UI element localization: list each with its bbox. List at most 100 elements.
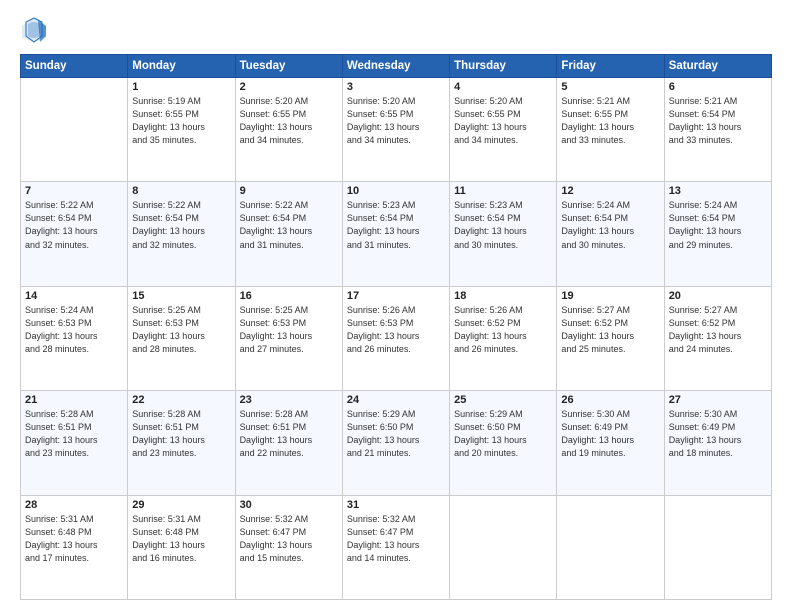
cell-info: Sunrise: 5:29 AM Sunset: 6:50 PM Dayligh… [454, 408, 552, 460]
calendar-header-thursday: Thursday [450, 55, 557, 78]
cell-info: Sunrise: 5:22 AM Sunset: 6:54 PM Dayligh… [132, 199, 230, 251]
cell-day-number: 26 [561, 394, 659, 406]
cell-day-number: 28 [25, 499, 123, 511]
calendar-cell: 6 Sunrise: 5:21 AM Sunset: 6:54 PM Daylig… [664, 78, 771, 182]
cell-day-number: 1 [132, 81, 230, 93]
calendar-header-row: SundayMondayTuesdayWednesdayThursdayFrid… [21, 55, 772, 78]
cell-info: Sunrise: 5:22 AM Sunset: 6:54 PM Dayligh… [25, 199, 123, 251]
cell-info: Sunrise: 5:19 AM Sunset: 6:55 PM Dayligh… [132, 95, 230, 147]
calendar-cell: 20Sunrise: 5:27 AM Sunset: 6:52 PM Dayli… [664, 286, 771, 390]
calendar-cell: 16 Sunrise: 5:25 AM Sunset: 6:53 PM Dayli… [235, 286, 342, 390]
calendar-header-saturday: Saturday [664, 55, 771, 78]
cell-day-number: 15 [132, 290, 230, 302]
calendar-cell [450, 495, 557, 599]
cell-info: Sunrise: 5:30 AM Sunset: 6:49 PM Dayligh… [561, 408, 659, 460]
calendar-table: SundayMondayTuesdayWednesdayThursdayFrid… [20, 54, 772, 600]
calendar-cell: 22 Sunrise: 5:28 AM Sunset: 6:51 PM Dayli… [128, 391, 235, 495]
cell-info: Sunrise: 5:20 AM Sunset: 6:55 PM Dayligh… [347, 95, 445, 147]
calendar-cell: 9Sunrise: 5:22 AM Sunset: 6:54 PM Daylig… [235, 182, 342, 286]
calendar-cell: 15Sunrise: 5:25 AM Sunset: 6:53 PM Dayli… [128, 286, 235, 390]
cell-info: Sunrise: 5:28 AM Sunset: 6:51 PM Dayligh… [240, 408, 338, 460]
calendar-cell [21, 78, 128, 182]
cell-day-number: 7 [25, 185, 123, 197]
calendar-cell: 31Sunrise: 5:32 AM Sunset: 6:47 PM Dayli… [342, 495, 449, 599]
cell-info: Sunrise: 5:23 AM Sunset: 6:54 PM Dayligh… [454, 199, 552, 251]
calendar-cell: 3 Sunrise: 5:20 AM Sunset: 6:55 PM Daylig… [342, 78, 449, 182]
calendar-week-4: 21 Sunrise: 5:28 AM Sunset: 6:51 PM Dayli… [21, 391, 772, 495]
calendar-header-tuesday: Tuesday [235, 55, 342, 78]
cell-info: Sunrise: 5:27 AM Sunset: 6:52 PM Dayligh… [561, 304, 659, 356]
cell-day-number: 23 [240, 394, 338, 406]
cell-day-number: 27 [669, 394, 767, 406]
cell-info: Sunrise: 5:32 AM Sunset: 6:47 PM Dayligh… [240, 513, 338, 565]
cell-day-number: 22 [132, 394, 230, 406]
calendar-cell: 21 Sunrise: 5:28 AM Sunset: 6:51 PM Dayli… [21, 391, 128, 495]
cell-info: Sunrise: 5:20 AM Sunset: 6:55 PM Dayligh… [454, 95, 552, 147]
calendar-cell: 30 Sunrise: 5:32 AM Sunset: 6:47 PM Dayli… [235, 495, 342, 599]
cell-info: Sunrise: 5:23 AM Sunset: 6:54 PM Dayligh… [347, 199, 445, 251]
calendar-week-1: 1 Sunrise: 5:19 AM Sunset: 6:55 PM Daylig… [21, 78, 772, 182]
calendar-cell: 25 Sunrise: 5:29 AM Sunset: 6:50 PM Dayli… [450, 391, 557, 495]
calendar-cell: 28Sunrise: 5:31 AM Sunset: 6:48 PM Dayli… [21, 495, 128, 599]
cell-day-number: 19 [561, 290, 659, 302]
calendar-cell: 1 Sunrise: 5:19 AM Sunset: 6:55 PM Daylig… [128, 78, 235, 182]
cell-day-number: 31 [347, 499, 445, 511]
cell-day-number: 21 [25, 394, 123, 406]
cell-info: Sunrise: 5:30 AM Sunset: 6:49 PM Dayligh… [669, 408, 767, 460]
cell-info: Sunrise: 5:28 AM Sunset: 6:51 PM Dayligh… [25, 408, 123, 460]
cell-info: Sunrise: 5:25 AM Sunset: 6:53 PM Dayligh… [240, 304, 338, 356]
cell-info: Sunrise: 5:26 AM Sunset: 6:52 PM Dayligh… [454, 304, 552, 356]
cell-info: Sunrise: 5:22 AM Sunset: 6:54 PM Dayligh… [240, 199, 338, 251]
cell-day-number: 2 [240, 81, 338, 93]
cell-day-number: 16 [240, 290, 338, 302]
cell-day-number: 30 [240, 499, 338, 511]
cell-info: Sunrise: 5:24 AM Sunset: 6:54 PM Dayligh… [669, 199, 767, 251]
calendar-cell: 10 Sunrise: 5:23 AM Sunset: 6:54 PM Dayli… [342, 182, 449, 286]
calendar-cell: 18 Sunrise: 5:26 AM Sunset: 6:52 PM Dayli… [450, 286, 557, 390]
calendar-cell: 27 Sunrise: 5:30 AM Sunset: 6:49 PM Dayli… [664, 391, 771, 495]
cell-day-number: 20 [669, 290, 767, 302]
cell-day-number: 3 [347, 81, 445, 93]
calendar-cell: 2 Sunrise: 5:20 AM Sunset: 6:55 PM Daylig… [235, 78, 342, 182]
calendar-header-friday: Friday [557, 55, 664, 78]
logo-icon [20, 16, 48, 44]
calendar-cell: 8 Sunrise: 5:22 AM Sunset: 6:54 PM Daylig… [128, 182, 235, 286]
cell-day-number: 5 [561, 81, 659, 93]
cell-info: Sunrise: 5:21 AM Sunset: 6:55 PM Dayligh… [561, 95, 659, 147]
cell-day-number: 14 [25, 290, 123, 302]
calendar-cell: 23 Sunrise: 5:28 AM Sunset: 6:51 PM Dayli… [235, 391, 342, 495]
cell-day-number: 24 [347, 394, 445, 406]
cell-day-number: 10 [347, 185, 445, 197]
calendar-cell: 26 Sunrise: 5:30 AM Sunset: 6:49 PM Dayli… [557, 391, 664, 495]
header [20, 16, 772, 44]
calendar-cell: 11 Sunrise: 5:23 AM Sunset: 6:54 PM Dayli… [450, 182, 557, 286]
calendar-cell: 12Sunrise: 5:24 AM Sunset: 6:54 PM Dayli… [557, 182, 664, 286]
cell-day-number: 29 [132, 499, 230, 511]
cell-day-number: 6 [669, 81, 767, 93]
cell-info: Sunrise: 5:24 AM Sunset: 6:54 PM Dayligh… [561, 199, 659, 251]
calendar-week-3: 14 Sunrise: 5:24 AM Sunset: 6:53 PM Dayli… [21, 286, 772, 390]
cell-day-number: 8 [132, 185, 230, 197]
calendar-cell: 5 Sunrise: 5:21 AM Sunset: 6:55 PM Daylig… [557, 78, 664, 182]
cell-info: Sunrise: 5:21 AM Sunset: 6:54 PM Dayligh… [669, 95, 767, 147]
cell-info: Sunrise: 5:28 AM Sunset: 6:51 PM Dayligh… [132, 408, 230, 460]
cell-day-number: 25 [454, 394, 552, 406]
cell-day-number: 11 [454, 185, 552, 197]
cell-day-number: 4 [454, 81, 552, 93]
calendar-header-sunday: Sunday [21, 55, 128, 78]
calendar-cell: 24 Sunrise: 5:29 AM Sunset: 6:50 PM Dayli… [342, 391, 449, 495]
calendar-cell: 4 Sunrise: 5:20 AM Sunset: 6:55 PM Daylig… [450, 78, 557, 182]
cell-day-number: 13 [669, 185, 767, 197]
calendar-header-monday: Monday [128, 55, 235, 78]
page: SundayMondayTuesdayWednesdayThursdayFrid… [0, 0, 792, 612]
cell-info: Sunrise: 5:20 AM Sunset: 6:55 PM Dayligh… [240, 95, 338, 147]
cell-info: Sunrise: 5:29 AM Sunset: 6:50 PM Dayligh… [347, 408, 445, 460]
cell-info: Sunrise: 5:26 AM Sunset: 6:53 PM Dayligh… [347, 304, 445, 356]
cell-day-number: 18 [454, 290, 552, 302]
calendar-cell [557, 495, 664, 599]
calendar-cell: 17Sunrise: 5:26 AM Sunset: 6:53 PM Dayli… [342, 286, 449, 390]
logo [20, 16, 52, 44]
cell-info: Sunrise: 5:24 AM Sunset: 6:53 PM Dayligh… [25, 304, 123, 356]
calendar-week-2: 7 Sunrise: 5:22 AM Sunset: 6:54 PM Daylig… [21, 182, 772, 286]
calendar-cell: 14 Sunrise: 5:24 AM Sunset: 6:53 PM Dayli… [21, 286, 128, 390]
